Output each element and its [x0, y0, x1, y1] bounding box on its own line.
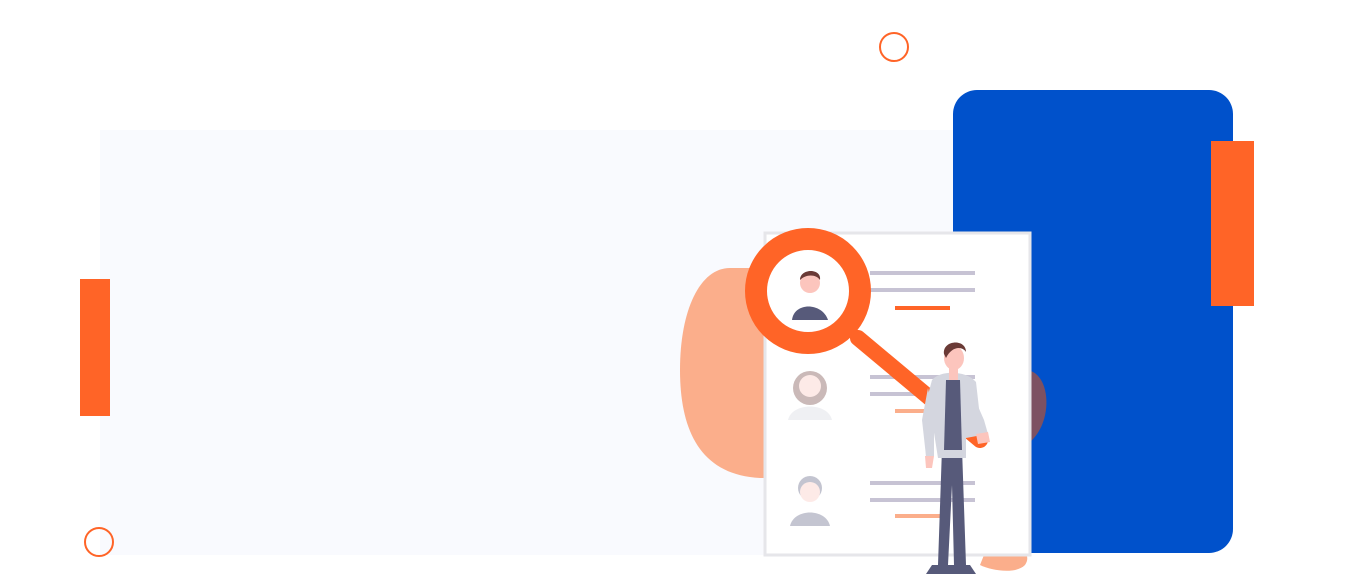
top-ring-decoration — [879, 32, 909, 62]
hero-illustration-stage — [0, 0, 1366, 579]
candidate-search-illustration — [670, 220, 1070, 579]
right-accent-bar — [1211, 141, 1254, 306]
bottom-ring-decoration — [84, 527, 114, 557]
resume-line — [870, 271, 975, 275]
illustration-svg — [680, 228, 1047, 574]
magnifying-glass-icon — [745, 228, 871, 354]
resume-line-accent — [895, 306, 950, 310]
left-accent-bar — [80, 279, 110, 416]
resume-line — [870, 288, 975, 292]
